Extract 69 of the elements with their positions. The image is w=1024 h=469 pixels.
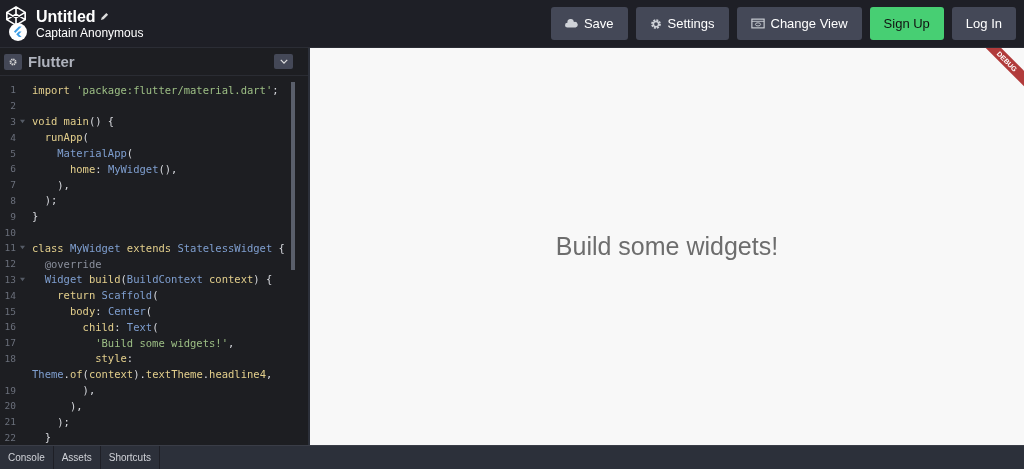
code-line: ), bbox=[81, 384, 96, 397]
gear-icon bbox=[9, 57, 17, 66]
fold-arrow-icon[interactable] bbox=[20, 245, 25, 251]
preview-text: Build some widgets! bbox=[555, 232, 779, 261]
line-number: 19 bbox=[3, 384, 16, 396]
code-line: import 'package:flutter/material.dart'; bbox=[32, 83, 279, 96]
footer-tab[interactable]: Console bbox=[0, 446, 54, 469]
collapse-button[interactable] bbox=[274, 54, 293, 69]
line-number: 14 bbox=[3, 289, 16, 301]
fold-arrow-icon[interactable] bbox=[20, 276, 25, 282]
line-number: 11 bbox=[3, 242, 16, 254]
line-number: 15 bbox=[3, 305, 16, 317]
code-line: body: Center( bbox=[68, 305, 153, 318]
code-line: Widget build(BuildContext context) { bbox=[43, 273, 273, 286]
line-number: 17 bbox=[3, 337, 16, 349]
code-line: ); bbox=[43, 194, 58, 207]
line-number: 3 bbox=[9, 116, 16, 127]
header-button[interactable]: Settings bbox=[635, 7, 729, 40]
line-number: 4 bbox=[9, 131, 16, 143]
code-line: runApp( bbox=[43, 131, 89, 144]
flutter-logo-icon bbox=[9, 22, 27, 41]
line-number: 9 bbox=[9, 210, 16, 222]
scrollbar-thumb[interactable] bbox=[291, 82, 295, 270]
code-line: return Scaffold( bbox=[56, 289, 159, 302]
editor-settings-button[interactable] bbox=[4, 53, 22, 70]
line-number: 5 bbox=[9, 147, 16, 159]
code-line: ); bbox=[56, 415, 70, 428]
line-number: 1 bbox=[9, 84, 16, 96]
gear-icon bbox=[649, 17, 662, 30]
line-number: 16 bbox=[3, 321, 16, 333]
line-number: 7 bbox=[9, 179, 16, 191]
header-button[interactable]: Save bbox=[550, 7, 628, 40]
line-number: 21 bbox=[3, 416, 16, 428]
caret-icon bbox=[279, 59, 288, 64]
pen-title: Untitled bbox=[36, 7, 96, 26]
line-number: 10 bbox=[3, 226, 16, 238]
header-button[interactable]: Change View bbox=[736, 7, 862, 40]
code-line: } bbox=[43, 431, 51, 444]
code-line: } bbox=[32, 210, 39, 223]
window-icon bbox=[750, 18, 765, 29]
code-line: child: Text( bbox=[81, 320, 159, 333]
line-number: 22 bbox=[3, 431, 16, 443]
code-line: MaterialApp( bbox=[56, 147, 134, 160]
code-line: @override bbox=[43, 257, 102, 270]
code-line: void main() { bbox=[32, 115, 115, 128]
header-button[interactable]: Sign Up bbox=[869, 7, 944, 40]
code-line: class MyWidget extends StatelessWidget { bbox=[32, 241, 285, 254]
code-line: 'Build some widgets!', bbox=[94, 336, 235, 349]
line-number: 18 bbox=[3, 352, 16, 364]
header-button[interactable]: Log In bbox=[951, 7, 1016, 40]
author-name[interactable]: Captain Anonymous bbox=[36, 25, 144, 40]
code-line: ), bbox=[56, 178, 70, 191]
cloud-icon bbox=[564, 19, 578, 28]
line-number: 2 bbox=[9, 100, 16, 112]
line-number: 20 bbox=[3, 400, 16, 412]
cube-logo-icon bbox=[5, 4, 27, 27]
footer-tab[interactable]: Assets bbox=[53, 446, 101, 469]
editor-title: Flutter bbox=[28, 53, 75, 70]
code-line: ), bbox=[68, 399, 83, 412]
line-number: 12 bbox=[3, 258, 16, 270]
line-number: 8 bbox=[9, 194, 16, 206]
code-line: style: bbox=[94, 352, 134, 365]
fold-arrow-icon[interactable] bbox=[20, 119, 25, 124]
code-line: home: MyWidget(), bbox=[68, 162, 178, 175]
line-number: 13 bbox=[3, 273, 16, 285]
code-line: Theme.of(context).textTheme.headline4, bbox=[32, 368, 273, 381]
pencil-icon[interactable] bbox=[99, 12, 109, 21]
footer-tab[interactable]: Shortcuts bbox=[100, 446, 160, 469]
line-number: 6 bbox=[9, 163, 16, 175]
